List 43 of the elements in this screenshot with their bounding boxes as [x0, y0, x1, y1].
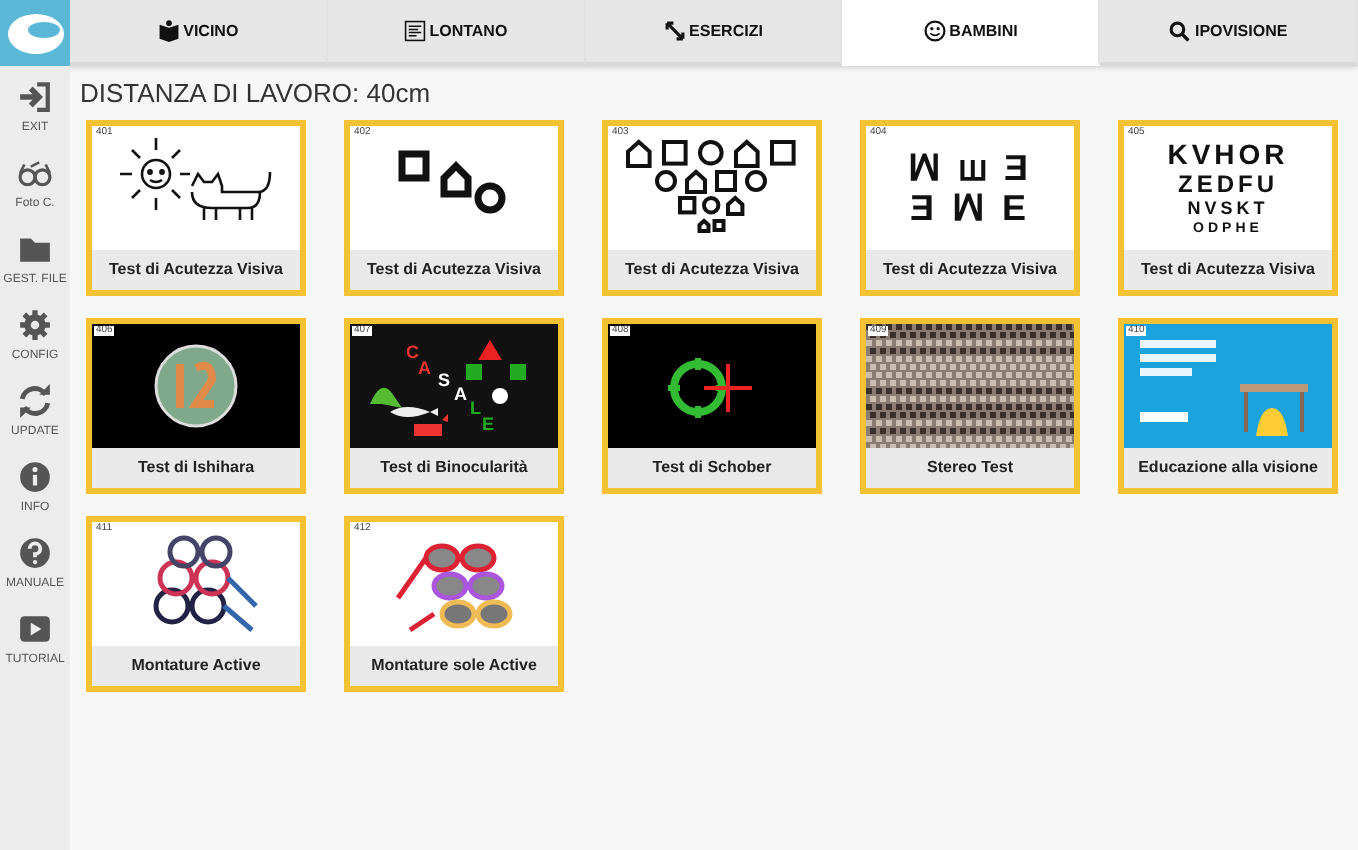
chart-line: KVHOR [1167, 140, 1289, 168]
glasses-icon [18, 156, 52, 190]
book-icon [157, 20, 180, 42]
search-icon [1168, 20, 1191, 42]
tab[interactable]: ESERCIZI [585, 0, 843, 66]
info-icon [18, 460, 52, 494]
tab[interactable]: BAMBINI [842, 0, 1101, 66]
card-title: Test di Acutezza Visiva [350, 250, 558, 290]
smiley-icon [923, 20, 946, 42]
card-title: Test di Acutezza Visiva [92, 250, 300, 290]
tab[interactable]: IPOVISIONE [1100, 0, 1358, 66]
card-title: Test di Schober [608, 448, 816, 488]
letter: A [418, 360, 431, 378]
card-title: Montature Active [92, 646, 300, 686]
chart-line: ꟽ ꟺ Ǝ [907, 150, 1032, 186]
app-logo [0, 0, 70, 66]
chart-line: NVSKT [1187, 200, 1269, 218]
tab[interactable]: VICINO [70, 0, 328, 66]
letter: A [454, 386, 467, 404]
card-title: Test di Acutezza Visiva [866, 250, 1074, 290]
page-heading: DISTANZA DI LAVORO: 40cm [80, 76, 433, 112]
card-title: Educazione alla visione [1124, 448, 1332, 488]
refresh-icon [18, 384, 52, 418]
card-title: Test di Acutezza Visiva [608, 250, 816, 290]
exit-icon [18, 80, 52, 114]
card-title: Montature sole Active [350, 646, 558, 686]
chart-line: Ǝ ꟽ E [909, 190, 1030, 226]
card-title: Test di Acutezza Visiva [1124, 250, 1332, 290]
letter: C [406, 344, 419, 362]
resize-arrows-icon [663, 20, 686, 42]
settings-icon [18, 308, 52, 342]
card-title: Test di Ishihara [92, 448, 300, 488]
letter: S [438, 372, 451, 390]
chart-line: ZEDFU [1178, 172, 1278, 196]
chart-icon [403, 20, 426, 42]
letter: E [482, 416, 495, 434]
folder-icon [18, 232, 52, 266]
help-icon [18, 536, 52, 570]
card-title: Test di Binocularità [350, 448, 558, 488]
card-title: Stereo Test [866, 448, 1074, 488]
tab[interactable]: LONTANO [327, 0, 586, 66]
play-icon [18, 612, 52, 646]
letter: L [470, 400, 481, 418]
